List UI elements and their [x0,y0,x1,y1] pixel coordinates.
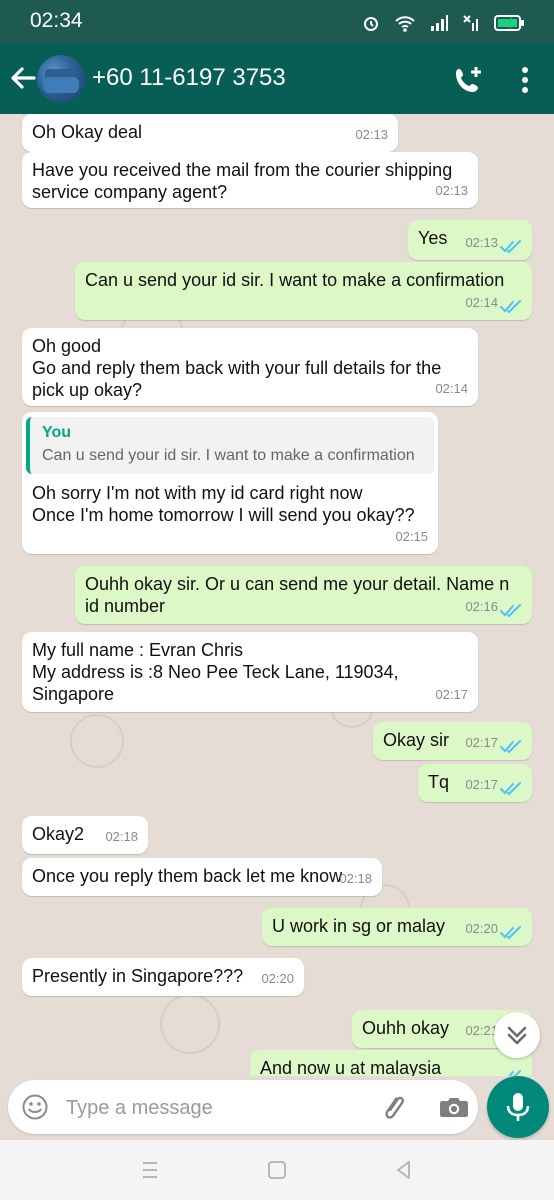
quoted-reply[interactable]: You Can u send your id sir. I want to mak… [26,417,434,474]
message-time: 02:13 [465,235,498,250]
incoming-message[interactable]: Oh good Go and reply them back with your … [22,328,478,406]
message-time: 02:20 [465,921,498,936]
message-time: 02:16 [465,599,498,614]
message-text: Ouhh okay sir. Or u can send me your det… [85,574,510,594]
message-time: 02:17 [435,687,468,702]
wallpaper-doodle [160,994,220,1054]
outgoing-message[interactable]: Okay sir 02:17 [373,722,532,760]
message-time: 02:17 [465,777,498,792]
message-text: Once I'm home tomorrow I will send you o… [32,505,415,525]
message-text: service company agent? [32,182,228,202]
status-time: 02:34 [30,9,83,32]
system-navigation-bar [0,1140,554,1200]
message-input[interactable] [64,1094,348,1122]
message-text: Oh good [32,336,102,356]
message-text: Can u send your id sir. I want to make a… [85,270,505,290]
message-composer [8,1080,478,1134]
read-receipt-icon [500,782,521,796]
read-receipt-icon [500,926,521,940]
message-text: And now u at malaysia [260,1058,442,1076]
message-text: Go and reply them back with your full de… [32,358,442,378]
scroll-down-button[interactable] [494,1012,540,1058]
emoji-icon[interactable] [22,1094,48,1120]
back-arrow-icon[interactable] [8,63,38,93]
wifi-icon [395,16,415,32]
message-text: Oh sorry I'm not with my id card right n… [32,483,363,503]
voice-message-button[interactable] [487,1076,549,1138]
message-time: 02:18 [339,871,372,886]
message-time: 02:20 [261,971,294,986]
status-bar: 02:34 [0,0,554,44]
message-time: 02:13 [435,183,468,198]
read-receipt-icon [500,604,521,618]
signal-icon [431,15,448,31]
quote-text: Can u send your id sir. I want to make a… [42,447,415,464]
message-time: 02:18 [105,829,138,844]
incoming-message[interactable]: Once you reply them back let me know 02:1… [22,858,382,896]
message-text: My full name : Evran Chris [32,640,244,660]
status-icons [362,12,526,34]
incoming-message[interactable]: Oh Okay deal 02:13 [22,114,398,152]
recent-apps-icon[interactable] [137,1157,163,1183]
home-icon[interactable] [264,1157,290,1183]
message-time: 02:17 [465,735,498,750]
outgoing-message[interactable]: And now u at malaysia [250,1050,532,1076]
wallpaper-doodle [70,714,124,768]
alarm-icon [364,17,378,31]
chevron-double-down-icon [507,1026,527,1045]
message-text: Once you reply them back let me know [32,866,343,886]
message-text: pick up okay? [32,380,143,400]
mic-icon [506,1093,530,1121]
contact-name[interactable]: +60 11-6197 3753 [92,64,286,92]
add-call-icon[interactable] [453,65,483,95]
message-text: Have you received the mail from the cour… [32,160,453,180]
chat-header: +60 11-6197 3753 [0,44,554,114]
read-receipt-icon [500,240,521,254]
message-time: 02:14 [435,381,468,396]
message-text: Singapore [32,684,115,704]
attach-icon[interactable] [380,1093,410,1123]
read-receipt-icon [500,300,521,314]
message-time: 02:15 [395,529,428,544]
outgoing-message[interactable]: Ouhh okay sir. Or u can send me your det… [75,566,532,624]
message-time: 02:14 [465,295,498,310]
outgoing-message[interactable]: Can u send your id sir. I want to make a… [75,262,532,320]
message-text: Presently in Singapore??? [32,966,244,986]
outgoing-message[interactable]: Yes 02:13 [408,220,532,260]
incoming-message[interactable]: Okay2 02:18 [22,816,148,854]
outgoing-message[interactable]: Tq 02:17 [418,764,532,802]
quote-author: You [42,424,72,441]
message-time: 02:13 [355,127,388,142]
incoming-message[interactable]: Presently in Singapore??? 02:20 [22,958,304,996]
battery-icon [494,15,524,31]
message-list[interactable]: Oh Okay deal 02:13 Have you received the m… [0,114,554,1076]
more-vertical-icon[interactable] [515,65,535,95]
message-text: Oh Okay deal [32,122,143,142]
back-triangle-icon[interactable] [390,1157,416,1183]
message-text: My address is :8 Neo Pee Teck Lane, 1190… [32,662,399,682]
incoming-message[interactable]: Have you received the mail from the cour… [22,152,478,208]
incoming-message[interactable]: You Can u send your id sir. I want to mak… [22,412,438,554]
signal-2-icon [463,15,478,31]
read-receipt-icon [500,740,521,754]
message-text: id number [85,596,166,616]
incoming-message[interactable]: My full name : Evran Chris My address is … [22,632,478,712]
outgoing-message[interactable]: U work in sg or malay 02:20 [262,908,532,946]
camera-icon[interactable] [438,1092,470,1122]
avatar[interactable] [37,55,85,103]
